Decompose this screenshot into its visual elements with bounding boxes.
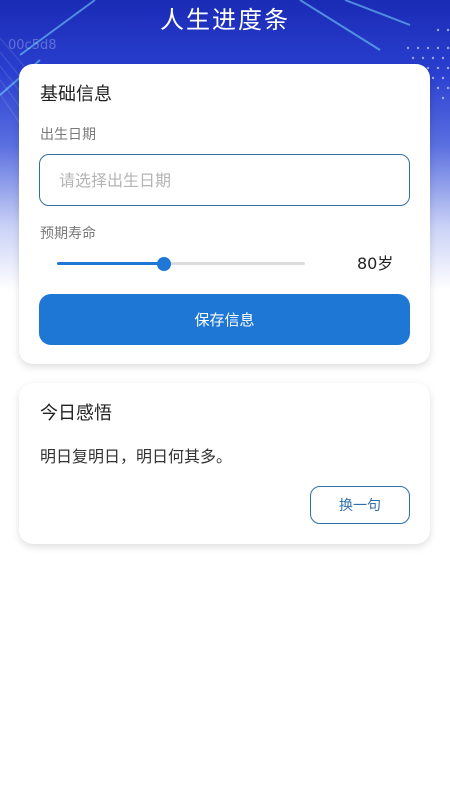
basic-info-title: 基础信息 <box>40 84 112 105</box>
basic-info-card: 基础信息 出生日期 预期寿命 80岁 保存信息 <box>19 64 430 364</box>
birth-date-label: 出生日期 <box>40 127 96 143</box>
watermark-text: 00c5d8 <box>8 38 57 53</box>
slider-thumb[interactable] <box>156 257 171 271</box>
app-screen: 人生进度条 00c5d8 基础信息 出生日期 预期寿命 80岁 保存信息 今日感… <box>0 0 450 800</box>
save-button[interactable]: 保存信息 <box>39 294 410 345</box>
life-expectancy-label: 预期寿命 <box>40 226 96 242</box>
life-expectancy-slider[interactable] <box>57 253 305 275</box>
slider-fill <box>57 262 164 265</box>
daily-quote: 明日复明日，明日何其多。 <box>40 447 233 466</box>
change-quote-button[interactable]: 换一句 <box>310 486 410 524</box>
birth-date-input[interactable] <box>39 154 410 206</box>
life-expectancy-value: 80岁 <box>357 254 394 273</box>
daily-insight-title: 今日感悟 <box>40 403 112 424</box>
daily-insight-card: 今日感悟 明日复明日，明日何其多。 换一句 <box>19 383 430 544</box>
page-title: 人生进度条 <box>160 6 290 34</box>
